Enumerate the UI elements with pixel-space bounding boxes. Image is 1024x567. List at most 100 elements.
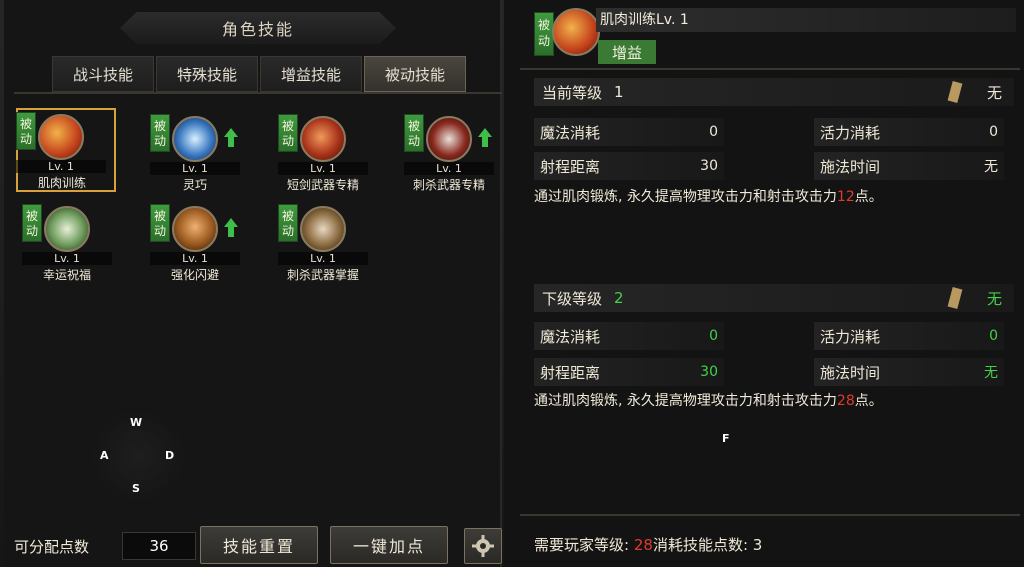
range-value: 30: [700, 158, 718, 174]
next-vigor-cost: 活力消耗 0: [814, 322, 1004, 350]
auto-add-points-button[interactable]: 一键加点: [330, 526, 448, 564]
skill-name: 灵巧: [182, 178, 207, 192]
upgrade-arrow-icon[interactable]: [478, 128, 492, 148]
key-w: W: [130, 416, 143, 429]
mana-cost-value: 0: [709, 328, 718, 344]
skill-points-cost-value: 3: [752, 536, 763, 554]
skill-slot-assassin-weapon-grasp[interactable]: 被动 Lv. 1 刺杀武器掌握: [278, 200, 388, 290]
key-a: A: [100, 449, 109, 462]
skill-points-cost-label: 消耗技能点数:: [652, 536, 748, 554]
skill-list-panel: 角色技能 战斗技能 特殊技能 增益技能 被动技能 被动 Lv. 1 肌肉训练 被…: [4, 0, 502, 567]
next-description: 通过肌肉锻炼, 永久提高物理攻击力和射击攻击力28点。: [534, 390, 1014, 410]
scroll-icon: [947, 81, 963, 103]
skill-name: 强化闪避: [170, 268, 219, 282]
skill-level: Lv. 1: [22, 252, 112, 265]
evasion-icon: [170, 206, 218, 254]
skill-slot-lucky-blessing[interactable]: 被动 Lv. 1 幸运祝福: [22, 200, 132, 290]
range-label: 射程距离: [540, 157, 601, 176]
skill-name: 刺杀武器专精: [412, 178, 485, 192]
gear-icon: [472, 535, 494, 557]
upgrade-arrow-icon[interactable]: [224, 218, 238, 238]
vigor-cost-label: 活力消耗: [820, 123, 881, 142]
available-points-value: 36: [122, 532, 196, 560]
desc-number: 28: [836, 393, 855, 409]
passive-badge: 被动: [278, 114, 298, 152]
passive-badge: 被动: [534, 12, 554, 56]
skill-reset-button[interactable]: 技能重置: [200, 526, 318, 564]
key-d: D: [165, 449, 175, 462]
short-sword-icon: [298, 116, 346, 164]
divider: [520, 68, 1020, 70]
skill-category-tag: 增益: [598, 40, 656, 64]
next-level-header: 下级等级 2 无: [534, 284, 1014, 312]
skill-detail-panel: 被动 肌肉训练Lv. 1 增益 当前等级 1 无 魔法消耗 0 活力消耗 0 射…: [504, 0, 1024, 567]
claw-weapon-icon: [424, 116, 472, 164]
skill-slot-muscle-training[interactable]: 被动 Lv. 1 肌肉训练: [16, 108, 116, 192]
settings-button[interactable]: [464, 528, 502, 564]
key-f: F: [722, 432, 730, 445]
current-vigor-cost: 活力消耗 0: [814, 118, 1004, 146]
passive-badge: 被动: [150, 114, 170, 152]
tab-divider: [14, 92, 502, 94]
skill-slot-dexterity[interactable]: 被动 Lv. 1 灵巧: [150, 110, 260, 200]
next-cast-time: 施法时间 无: [814, 358, 1004, 386]
movement-keys-overlay: W A D S: [90, 408, 186, 504]
scroll-icon: [947, 287, 963, 309]
upgrade-arrow-icon[interactable]: [224, 128, 238, 148]
skill-slot-enhanced-evasion[interactable]: 被动 Lv. 1 强化闪避: [150, 200, 260, 290]
desc-text: 通过肌肉锻炼, 永久提高物理攻击力和射击攻击力: [534, 189, 837, 205]
dexterity-icon: [170, 116, 218, 164]
selected-skill-title: 肌肉训练Lv. 1: [596, 8, 1016, 32]
desc-suffix: 点。: [854, 189, 883, 205]
current-level-extra: 无: [986, 83, 1002, 102]
muscle-training-icon: [552, 8, 600, 56]
tab-passive-skills[interactable]: 被动技能: [364, 56, 466, 92]
next-level-label: 下级等级: [542, 289, 603, 308]
selected-skill-icon: 被动: [534, 8, 600, 64]
panel-title: 角色技能: [120, 12, 396, 44]
muscle-training-icon: [36, 114, 84, 162]
current-level-header: 当前等级 1 无: [534, 78, 1014, 106]
skill-name: 刺杀武器掌握: [286, 268, 359, 282]
divider: [520, 514, 1020, 516]
skill-window: 角色技能 战斗技能 特殊技能 增益技能 被动技能 被动 Lv. 1 肌肉训练 被…: [0, 0, 1024, 567]
current-level-value: 1: [614, 83, 624, 101]
skill-name: 肌肉训练: [37, 176, 86, 190]
skill-points-bar: 可分配点数 36 技能重置 一键加点: [4, 518, 506, 567]
requirements-line: 需要玩家等级: 28消耗技能点数: 3: [534, 534, 762, 555]
next-level-extra: 无: [986, 289, 1002, 308]
mana-cost-label: 魔法消耗: [540, 123, 601, 142]
required-level-value: 28: [633, 536, 653, 554]
tab-special-skills[interactable]: 特殊技能: [156, 56, 258, 92]
skill-name: 幸运祝福: [42, 268, 91, 282]
skill-level: Lv. 1: [150, 162, 240, 175]
tab-combat-skills[interactable]: 战斗技能: [52, 56, 154, 92]
cast-time-value: 无: [984, 159, 998, 175]
skill-slot-assassin-weapon-mastery[interactable]: 被动 Lv. 1 刺杀武器专精: [404, 110, 514, 200]
vigor-cost-label: 活力消耗: [820, 327, 881, 346]
skill-level: Lv. 1: [150, 252, 240, 265]
skill-level: Lv. 1: [16, 160, 106, 173]
next-mana-cost: 魔法消耗 0: [534, 322, 724, 350]
next-range: 射程距离 30: [534, 358, 724, 386]
cast-time-label: 施法时间: [820, 157, 881, 176]
key-s: S: [132, 482, 140, 495]
claw-grasp-icon: [298, 206, 346, 254]
tab-buff-skills[interactable]: 增益技能: [260, 56, 362, 92]
passive-badge: 被动: [150, 204, 170, 242]
mana-cost-value: 0: [709, 124, 718, 140]
vigor-cost-value: 0: [989, 124, 998, 140]
skill-slot-short-sword-mastery[interactable]: 被动 Lv. 1 短剑武器专精: [278, 110, 388, 200]
vigor-cost-value: 0: [989, 328, 998, 344]
skill-level: Lv. 1: [404, 162, 494, 175]
range-value: 30: [700, 364, 718, 380]
skill-level: Lv. 1: [278, 252, 368, 265]
desc-suffix: 点。: [854, 393, 883, 409]
skill-level: Lv. 1: [278, 162, 368, 175]
current-description: 通过肌肉锻炼, 永久提高物理攻击力和射击攻击力12点。: [534, 186, 1014, 206]
desc-number: 12: [836, 189, 855, 205]
range-label: 射程距离: [540, 363, 601, 382]
lucky-blessing-icon: [42, 206, 90, 254]
skill-tabs: 战斗技能 特殊技能 增益技能 被动技能: [52, 56, 466, 92]
available-points-label: 可分配点数: [14, 538, 90, 556]
